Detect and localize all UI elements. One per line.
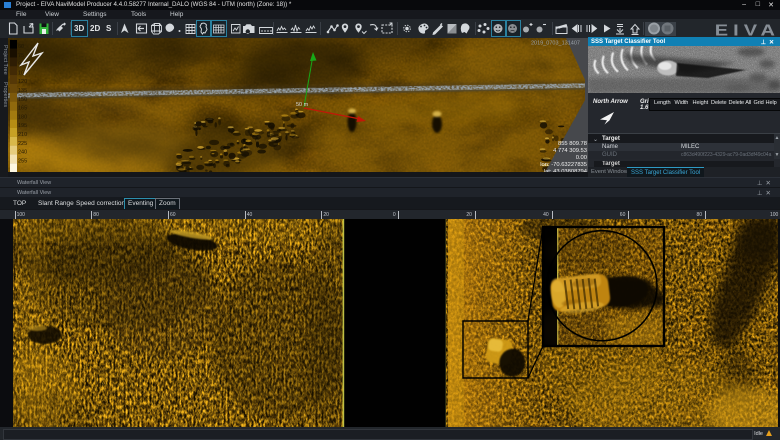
svg-text:135: 135 [18, 88, 27, 94]
svg-text:2019_0703_131407: 2019_0703_131407 [531, 41, 580, 47]
svg-text:180: 180 [18, 114, 27, 120]
svg-text:150: 150 [18, 97, 27, 103]
svg-text:120: 120 [18, 79, 27, 85]
svg-text:0.00: 0.00 [576, 155, 587, 161]
svg-text:lat: 43.03808794: lat: 43.03808794 [544, 169, 588, 172]
svg-text:165: 165 [18, 106, 27, 112]
svg-text:255: 255 [18, 158, 27, 164]
svg-text:240: 240 [18, 150, 27, 156]
svg-text:210: 210 [18, 132, 27, 138]
svg-text:4 774 309.53: 4 774 309.53 [553, 148, 587, 154]
svg-text:75: 75 [18, 53, 24, 59]
svg-text:225: 225 [18, 141, 27, 147]
svg-text:855 809.78: 855 809.78 [558, 141, 587, 147]
svg-text:60: 60 [18, 44, 24, 50]
svg-text:195: 195 [18, 123, 27, 129]
svg-text:lon: -70.63227835: lon: -70.63227835 [540, 162, 587, 168]
svg-text:50 m: 50 m [296, 102, 309, 108]
